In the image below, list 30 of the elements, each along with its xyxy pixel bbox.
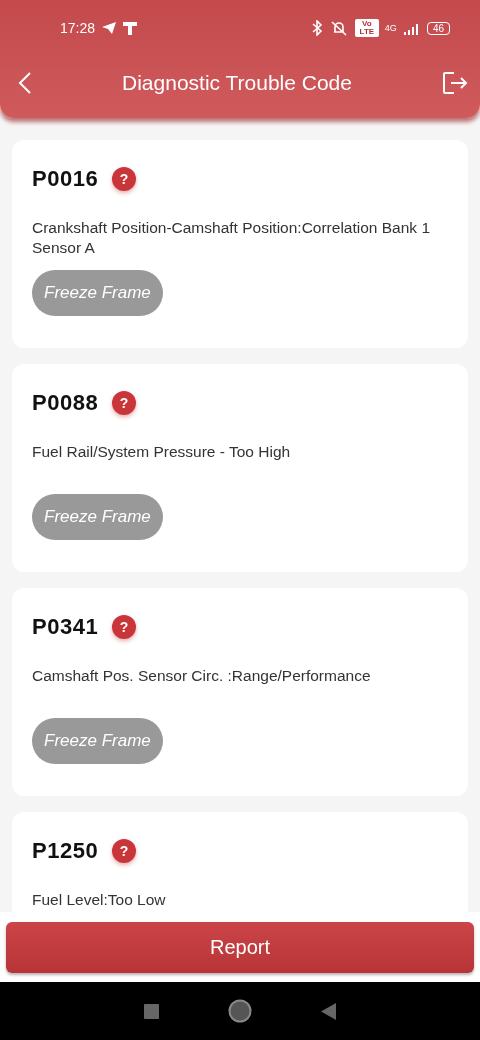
report-button[interactable]: Report — [6, 922, 474, 973]
freeze-frame-button[interactable]: Freeze Frame — [32, 494, 163, 540]
freeze-frame-button[interactable]: Freeze Frame — [32, 718, 163, 764]
help-icon[interactable]: ? — [112, 615, 137, 639]
help-icon[interactable]: ? — [112, 839, 137, 863]
signal-icon — [402, 21, 421, 35]
code-description: Camshaft Pos. Sensor Circ. :Range/Performance — [32, 666, 372, 686]
trouble-code: P0016 — [32, 166, 99, 192]
battery-level: 46 — [426, 21, 450, 35]
code-description: Fuel Level:Too Low — [32, 890, 167, 910]
trouble-code: P0088 — [32, 390, 99, 416]
code-description: Fuel Rail/System Pressure - Too High — [32, 442, 292, 462]
volte-badge: Vo LTE — [354, 19, 379, 37]
network-type: 4G — [384, 23, 397, 33]
exit-icon[interactable] — [442, 71, 468, 95]
help-icon[interactable]: ? — [112, 391, 137, 415]
trouble-code: P1250 — [32, 838, 99, 864]
home-icon[interactable] — [228, 999, 252, 1023]
recents-icon[interactable] — [144, 1003, 160, 1019]
t-logo-icon — [123, 21, 138, 35]
back-nav-icon[interactable] — [320, 1002, 336, 1020]
page-title: Diagnostic Trouble Code — [121, 71, 353, 95]
freeze-frame-button[interactable]: Freeze Frame — [32, 270, 163, 316]
paper-plane-icon — [101, 21, 118, 35]
back-icon[interactable] — [18, 72, 32, 94]
trouble-code: P0341 — [32, 614, 99, 640]
bluetooth-icon — [310, 20, 323, 36]
help-icon[interactable]: ? — [112, 167, 137, 191]
clock-time: 17:28 — [60, 20, 96, 36]
code-description: Crankshaft Position-Camshaft Position:Correlation Bank 1 Sensor A — [32, 218, 432, 258]
